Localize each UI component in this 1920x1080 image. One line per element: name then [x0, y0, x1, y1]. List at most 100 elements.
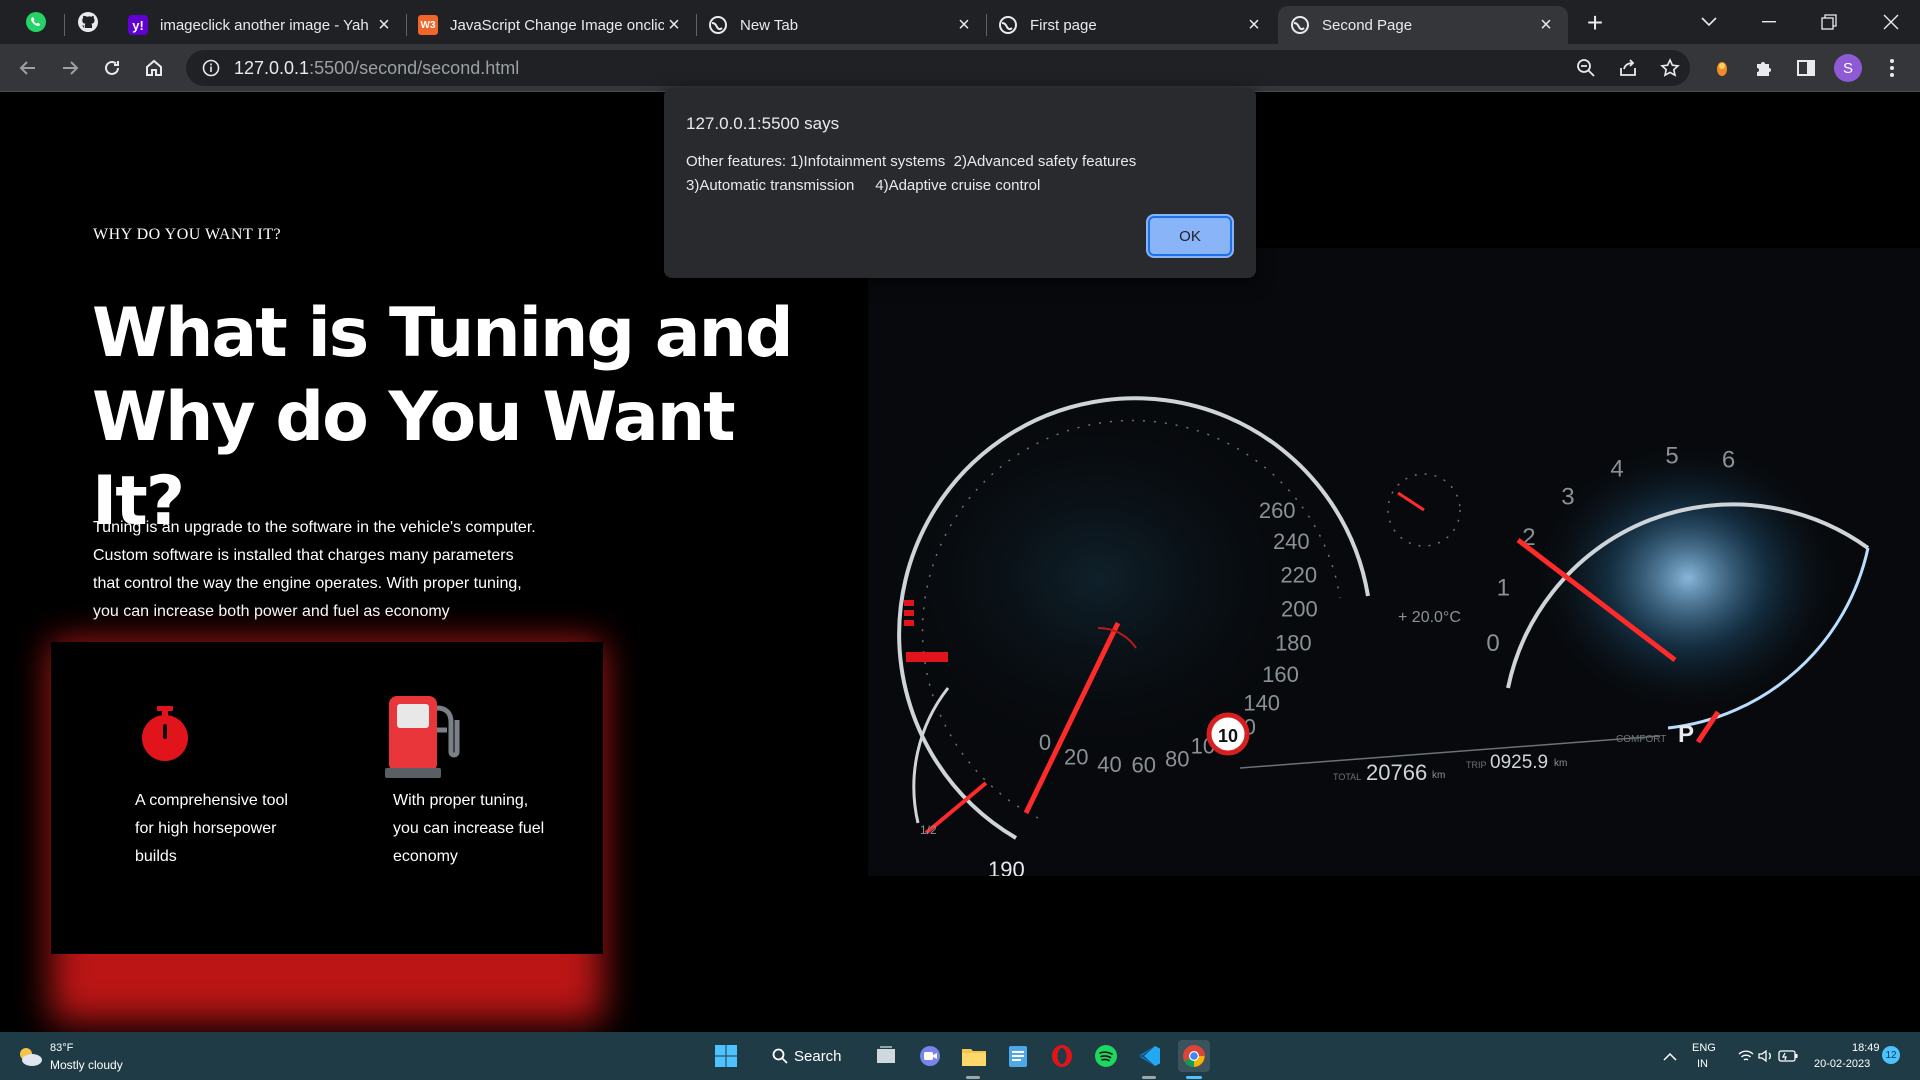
tab-title: First page — [1030, 16, 1097, 34]
feature-line: for high horsepower — [135, 820, 277, 837]
home-button[interactable] — [138, 52, 170, 84]
spotify-icon[interactable] — [1090, 1040, 1122, 1072]
close-tab-icon[interactable]: × — [374, 14, 394, 36]
rpm-tick-label: 4 — [1610, 455, 1623, 482]
tab-first-page[interactable]: First page × — [986, 6, 1276, 44]
feature-line: A comprehensive tool — [135, 792, 288, 809]
feature-line: With proper tuning, — [393, 792, 529, 809]
w3-icon: W3 — [418, 15, 438, 35]
weather-temp: 83°F — [50, 1042, 74, 1054]
windows-taskbar: 83°F Mostly cloudy Search ENG IN 18:49 2… — [0, 1032, 1920, 1080]
feature-line: economy — [393, 848, 458, 865]
teams-chat-icon[interactable] — [914, 1040, 946, 1072]
taskbar-active-indicator — [1142, 1076, 1156, 1079]
close-tab-icon[interactable]: × — [954, 14, 974, 36]
notification-badge[interactable]: 12 — [1882, 1046, 1900, 1064]
info-icon[interactable] — [202, 59, 220, 77]
taskbar-search[interactable]: Search — [758, 1040, 854, 1072]
zoom-icon[interactable] — [1572, 54, 1600, 82]
notepad-icon[interactable] — [1002, 1040, 1034, 1072]
close-tab-icon[interactable]: × — [1536, 14, 1556, 36]
home-icon — [146, 59, 162, 76]
start-button[interactable] — [710, 1040, 742, 1072]
clock-time[interactable]: 18:49 — [1852, 1042, 1880, 1054]
features-card: A comprehensive tool for high horsepower… — [51, 642, 603, 954]
tab-title: Second Page — [1322, 16, 1413, 34]
rpm-tick-label: 6 — [1722, 446, 1735, 473]
gear-indicator: P — [1678, 721, 1694, 748]
reload-button[interactable] — [96, 52, 128, 84]
rpm-tick-label: 0 — [1486, 630, 1499, 657]
side-panel-icon[interactable] — [1792, 54, 1820, 82]
restore-button[interactable] — [1806, 4, 1852, 40]
close-window-button[interactable] — [1868, 4, 1914, 40]
chrome-icon[interactable] — [1178, 1040, 1210, 1072]
windows-logo-icon — [715, 1045, 737, 1067]
profile-avatar[interactable]: S — [1834, 54, 1862, 82]
tab-title: imageclick another image - Yah — [160, 16, 369, 34]
share-icon[interactable] — [1614, 54, 1642, 82]
back-button[interactable] — [12, 52, 44, 84]
rpm-tick-label: 5 — [1665, 443, 1678, 470]
speed-tick-label: 240 — [1273, 529, 1310, 554]
address-bar[interactable]: 127.0.0.1:5500/second/second.html — [186, 50, 1690, 86]
vscode-icon[interactable] — [1134, 1040, 1166, 1072]
speed-tick-label: 40 — [1097, 752, 1121, 777]
task-view-icon[interactable] — [870, 1040, 902, 1072]
paragraph-line: Tuning is an upgrade to the software in … — [93, 519, 536, 536]
speed-tick-label: 160 — [1262, 662, 1299, 687]
page-title: What is Tuning and Why do You Want It? — [92, 292, 794, 544]
tab-yahoo[interactable]: y! imageclick another image - Yah × — [116, 6, 406, 44]
ok-button[interactable]: OK — [1148, 216, 1232, 256]
new-tab-button[interactable]: + — [1580, 7, 1610, 38]
trip-value: 0925.9 — [1490, 752, 1548, 773]
speed-tick-label: 20 — [1064, 744, 1088, 769]
stopwatch-icon — [142, 706, 188, 761]
weather-widget[interactable] — [14, 1040, 46, 1072]
bookmark-star-icon[interactable] — [1656, 54, 1684, 82]
odometer-unit: km — [1432, 770, 1445, 781]
speed-tick-label: 220 — [1280, 563, 1317, 588]
alert-dialog: 127.0.0.1:5500 says Other features: 1)In… — [664, 88, 1256, 278]
speed-tick-label: 0 — [1039, 730, 1051, 755]
range-value: 190 — [988, 857, 1025, 876]
extensions-puzzle-icon[interactable] — [1750, 54, 1778, 82]
globe-icon — [998, 15, 1018, 35]
clock-date[interactable]: 20-02-2023 — [1814, 1058, 1870, 1070]
forward-button[interactable] — [54, 52, 86, 84]
close-tab-icon[interactable]: × — [664, 14, 684, 36]
tab-new-tab[interactable]: New Tab × — [696, 6, 986, 44]
alert-message-line: 3)Automatic transmission 4)Adaptive crui… — [686, 177, 1041, 194]
outside-temperature: + 20.0°C — [1398, 609, 1461, 626]
yahoo-icon: y! — [128, 15, 148, 35]
feature-fuel-economy: With proper tuning, you can increase fue… — [393, 787, 544, 871]
whatsapp-pinned-tab[interactable] — [20, 6, 52, 38]
alert-message-line: Other features: 1)Infotainment systems 2… — [686, 153, 1137, 170]
speed-tick-label: 200 — [1281, 597, 1318, 622]
intro-paragraph: Tuning is an upgrade to the software in … — [93, 514, 553, 626]
instrument-cluster-illustration: 020406080100120140160180200220240260 10 … — [858, 378, 1870, 882]
menu-kebab-icon[interactable] — [1878, 54, 1906, 82]
url-text: 127.0.0.1:5500/second/second.html — [234, 57, 520, 78]
headline-line: What is Tuning and — [92, 294, 794, 373]
rpm-tick-label: 1 — [1497, 575, 1510, 602]
tab-search-chevron-icon[interactable] — [1686, 4, 1732, 40]
whatsapp-icon — [26, 12, 46, 32]
language-indicator[interactable]: ENG — [1692, 1042, 1716, 1054]
feature-horsepower: A comprehensive tool for high horsepower… — [135, 787, 288, 871]
battery-icon[interactable] — [1772, 1040, 1804, 1072]
extension-orange-icon[interactable] — [1708, 54, 1736, 82]
close-tab-icon[interactable]: × — [1244, 14, 1264, 36]
tray-chevron-up-icon[interactable] — [1654, 1040, 1686, 1072]
speed-tick-label: 140 — [1243, 691, 1280, 716]
tab-title: JavaScript Change Image onclick — [450, 16, 664, 34]
globe-icon — [708, 15, 728, 35]
tab-javascript-change-image[interactable]: W3 JavaScript Change Image onclick × — [406, 6, 696, 44]
file-explorer-icon[interactable] — [958, 1040, 990, 1072]
taskbar-active-indicator — [1186, 1076, 1202, 1079]
github-pinned-tab[interactable] — [72, 6, 104, 38]
avatar: S — [1834, 54, 1862, 82]
minimize-button[interactable] — [1746, 4, 1792, 40]
opera-icon[interactable] — [1046, 1040, 1078, 1072]
tab-second-page[interactable]: Second Page × — [1278, 6, 1568, 44]
